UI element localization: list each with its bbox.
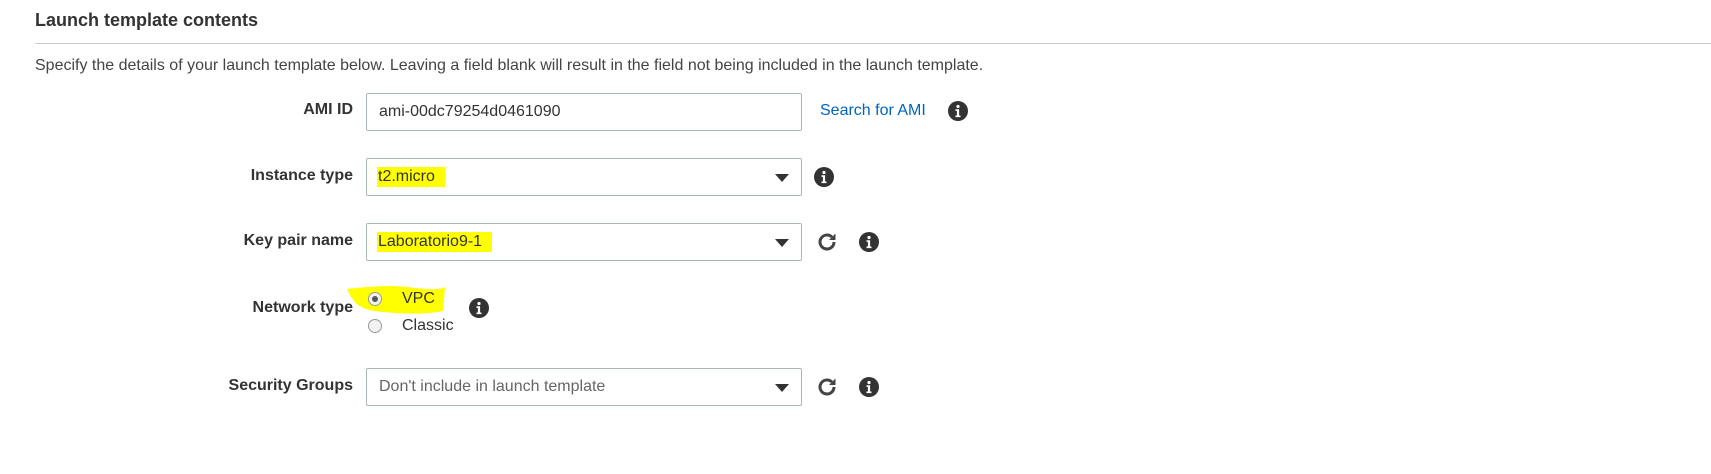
ami-id-value: ami-00dc79254d0461090 — [379, 103, 561, 120]
radio-classic-label: Classic — [402, 317, 454, 334]
info-icon[interactable] — [948, 101, 968, 121]
network-type-label: Network type — [252, 299, 353, 316]
radio-vpc-label: VPC — [402, 290, 435, 307]
radio-button[interactable] — [368, 319, 382, 333]
info-icon[interactable] — [859, 377, 879, 397]
instance-type-label: Instance type — [250, 167, 353, 184]
radio-button-checked[interactable] — [368, 292, 382, 306]
key-pair-highlight: Laboratorio9-1 — [377, 232, 493, 252]
refresh-icon[interactable] — [815, 375, 839, 399]
info-icon[interactable] — [469, 298, 489, 318]
instance-type-select[interactable]: t2.micro — [366, 158, 802, 196]
security-groups-select[interactable]: Don't include in launch template — [366, 368, 802, 406]
chevron-down-icon — [775, 384, 789, 392]
instance-type-highlight: t2.micro — [377, 167, 445, 187]
key-pair-select[interactable]: Laboratorio9-1 — [366, 223, 802, 261]
ami-id-input[interactable]: ami-00dc79254d0461090 — [366, 93, 802, 131]
security-groups-value: Don't include in launch template — [379, 378, 606, 395]
section-description: Specify the details of your launch templ… — [35, 57, 984, 74]
info-icon[interactable] — [814, 167, 834, 187]
highlight-mark — [347, 286, 445, 314]
section-title: Launch template contents — [35, 10, 259, 30]
chevron-down-icon — [775, 174, 789, 182]
ami-id-label: AMI ID — [303, 101, 353, 118]
refresh-icon[interactable] — [815, 230, 839, 254]
chevron-down-icon — [775, 239, 789, 247]
info-icon[interactable] — [859, 232, 879, 252]
divider — [35, 43, 1711, 44]
key-pair-value: Laboratorio9-1 — [377, 232, 493, 252]
key-pair-label: Key pair name — [243, 232, 353, 249]
search-for-ami-link[interactable]: Search for AMI — [820, 102, 926, 120]
instance-type-value: t2.micro — [377, 167, 445, 187]
security-groups-label: Security Groups — [228, 377, 353, 394]
